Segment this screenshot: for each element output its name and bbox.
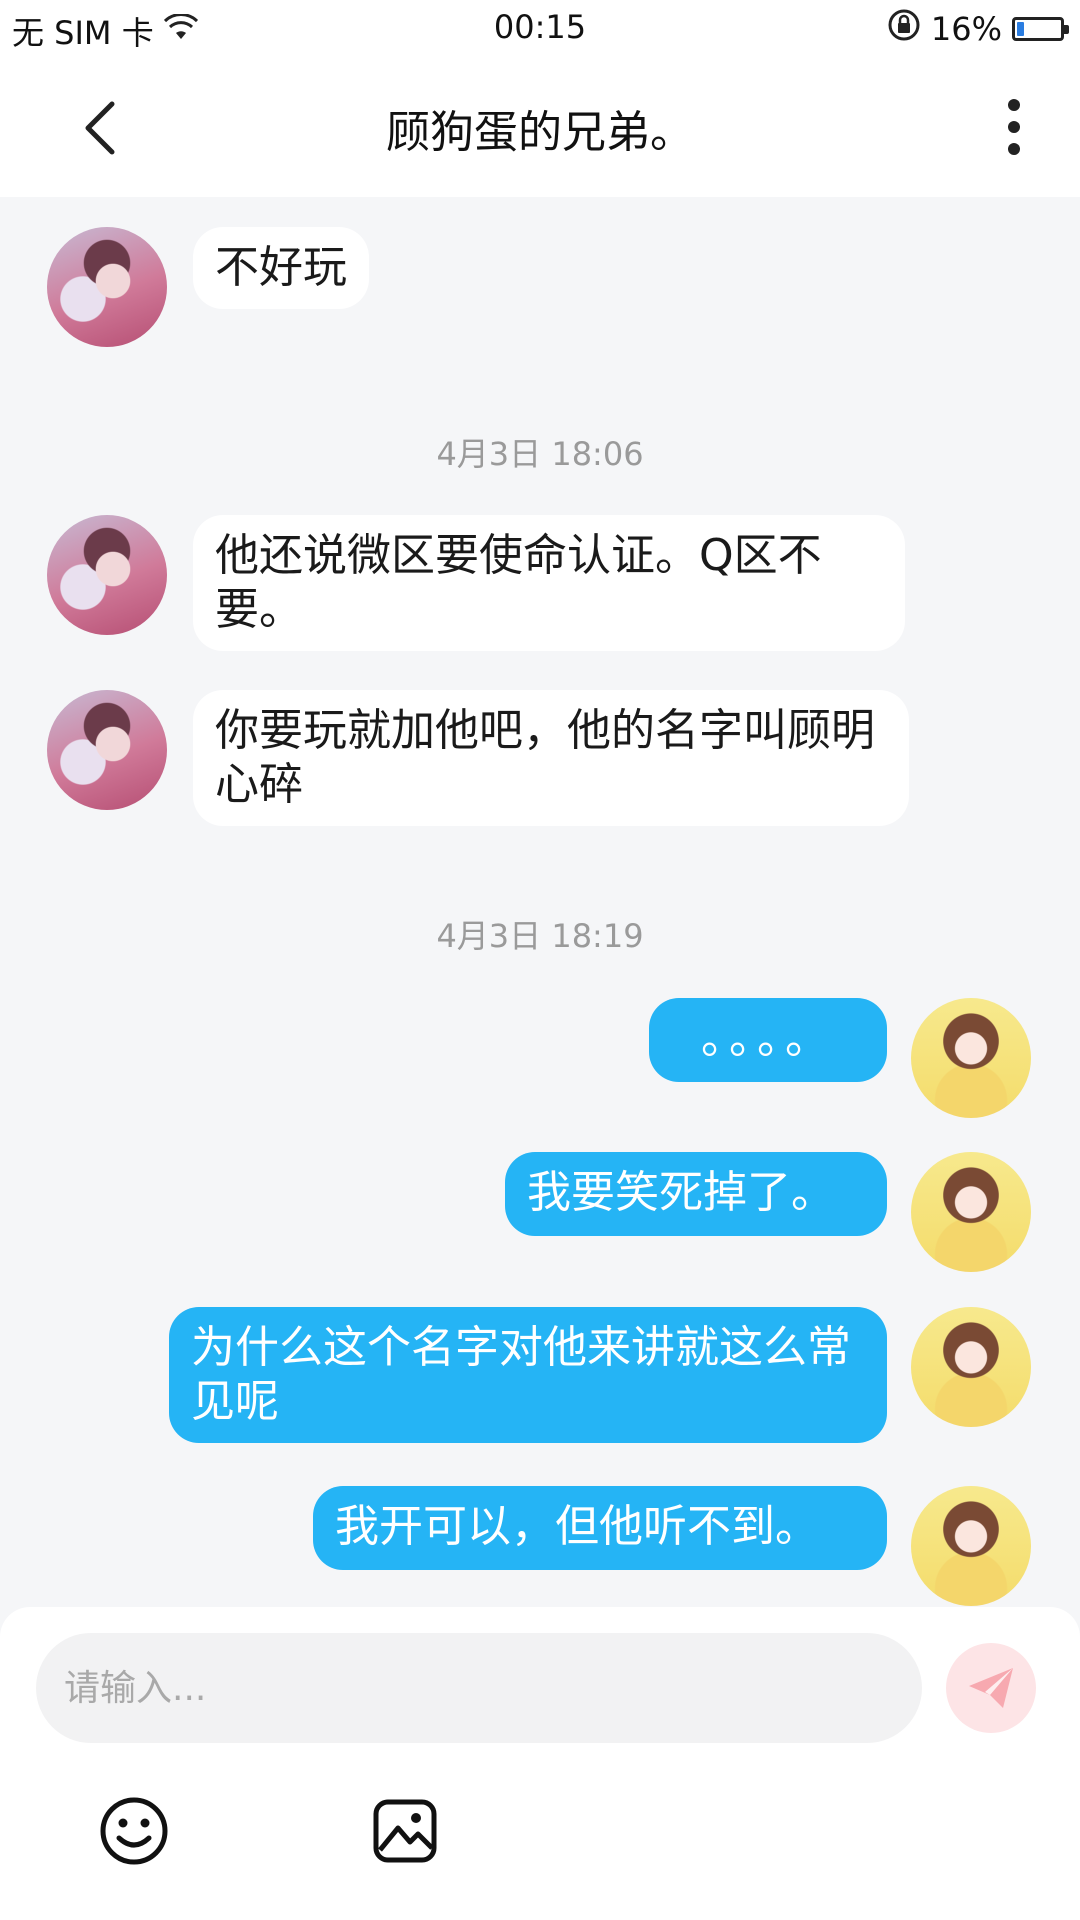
battery-percent: 16% bbox=[930, 10, 1002, 48]
avatar[interactable] bbox=[911, 998, 1031, 1118]
avatar[interactable] bbox=[911, 1152, 1031, 1272]
avatar[interactable] bbox=[911, 1486, 1031, 1606]
chat-screen: 无 SIM 卡 00:15 16% 顾狗蛋的兄弟。 不好玩 4月3日 18:06… bbox=[0, 0, 1080, 1920]
rotation-lock-icon bbox=[887, 8, 921, 50]
more-vertical-icon bbox=[1008, 99, 1020, 155]
chat-header: 顾狗蛋的兄弟。 bbox=[0, 60, 1080, 197]
message-item: 我开可以，但他听不到。 bbox=[0, 197, 1080, 1606]
timestamp: 4月3日 18:19 bbox=[436, 917, 644, 955]
message-bubble[interactable]: 他还说微区要使命认证。Q区不要。 bbox=[193, 515, 905, 651]
message-bubble[interactable]: 。。。。 bbox=[649, 998, 887, 1082]
message-bubble[interactable]: 我开可以，但他听不到。 bbox=[313, 1486, 887, 1570]
image-icon bbox=[373, 1799, 437, 1863]
timestamp: 4月3日 18:06 bbox=[436, 435, 644, 473]
message-bubble[interactable]: 不好玩 bbox=[193, 227, 369, 309]
message-bubble[interactable]: 我要笑死掉了。 bbox=[505, 1152, 887, 1236]
avatar[interactable] bbox=[47, 690, 167, 810]
battery-level-fill bbox=[1017, 22, 1024, 36]
status-bar: 无 SIM 卡 00:15 16% bbox=[0, 0, 1080, 60]
message-item: 不好玩 bbox=[0, 197, 1080, 347]
composer bbox=[0, 1607, 1080, 1920]
page-title: 顾狗蛋的兄弟。 bbox=[386, 107, 694, 158]
send-button[interactable] bbox=[946, 1643, 1036, 1733]
avatar[interactable] bbox=[47, 227, 167, 347]
battery-icon bbox=[1012, 17, 1069, 41]
message-input[interactable] bbox=[36, 1633, 922, 1743]
image-button[interactable] bbox=[365, 1791, 445, 1871]
status-right: 16% bbox=[887, 8, 1069, 50]
avatar[interactable] bbox=[47, 515, 167, 635]
send-icon bbox=[969, 1668, 1013, 1708]
more-button[interactable] bbox=[994, 94, 1034, 160]
emoji-icon bbox=[100, 1797, 168, 1865]
message-list[interactable]: 不好玩 4月3日 18:06 他还说微区要使命认证。Q区不要。 你要玩就加他吧，… bbox=[0, 197, 1080, 1607]
message-bubble[interactable]: 你要玩就加他吧，他的名字叫顾明心碎 bbox=[193, 690, 909, 826]
message-bubble[interactable]: 为什么这个名字对他来讲就这么常见呢 bbox=[169, 1307, 887, 1443]
avatar[interactable] bbox=[911, 1307, 1031, 1427]
emoji-button[interactable] bbox=[94, 1791, 174, 1871]
